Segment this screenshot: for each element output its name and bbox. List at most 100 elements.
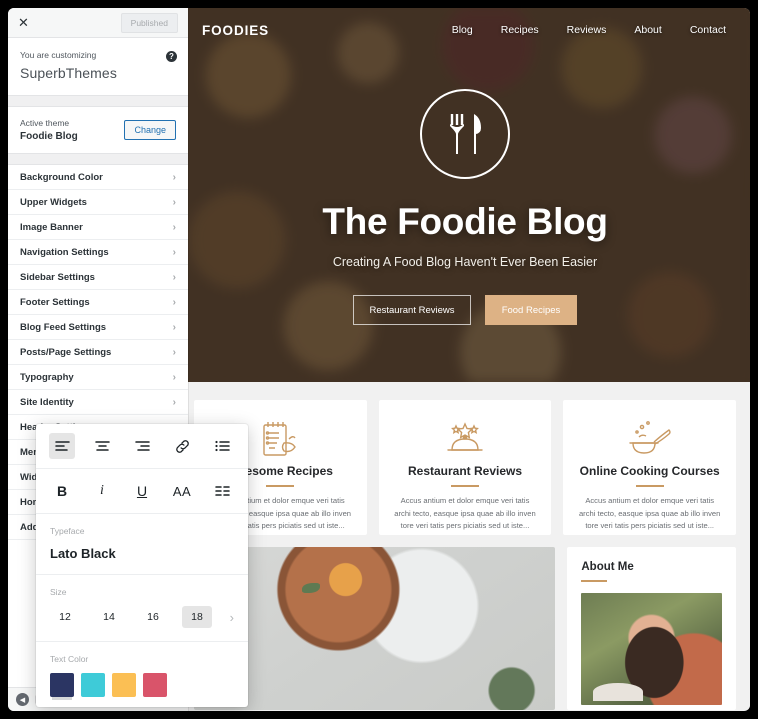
chevron-right-icon: › [172,246,176,258]
panel-label: Blog Feed Settings [20,321,107,333]
mixing-bowl-icon [577,416,722,462]
size-option-12[interactable]: 12 [50,606,80,628]
feature-cards: Awesome Recipes Accus antium et dolor em… [180,382,750,535]
color-swatches [50,673,234,697]
feature-card[interactable]: Restaurant Reviews Accus antium et dolor… [378,400,552,535]
divider [266,485,295,487]
panel-label: Site Identity [20,396,74,408]
chevron-right-icon: › [172,321,176,333]
font-size-icon[interactable]: AA [169,478,195,504]
customizing-eyebrow: You are customizing [20,50,97,60]
typeface-label: Typeface [50,526,85,536]
featured-post-image[interactable] [194,547,556,710]
help-icon[interactable]: ? [166,51,177,62]
nav-link-reviews[interactable]: Reviews [567,24,607,36]
chevron-right-icon: › [172,196,176,208]
nav-link-contact[interactable]: Contact [690,24,726,36]
feature-card[interactable]: Online Cooking Courses Accus antium et d… [563,400,737,535]
color-swatch-cyan[interactable] [81,673,105,697]
panel-item-blog-feed-settings[interactable]: Blog Feed Settings › [8,315,188,340]
screen: FOODIES Blog Recipes Reviews About Conta… [0,0,758,719]
customizing-header: You are customizing SuperbThemes ? [8,38,188,96]
panel-item-navigation-settings[interactable]: Navigation Settings › [8,240,188,265]
chevron-right-icon[interactable]: › [230,610,234,625]
restaurant-reviews-button[interactable]: Restaurant Reviews [353,295,471,325]
bold-label: B [56,483,68,499]
site-logo[interactable]: FOODIES [202,23,269,38]
size-section: Size 12 14 16 18 › [36,575,248,642]
panel-item-image-banner[interactable]: Image Banner › [8,215,188,240]
chevron-right-icon: › [172,396,176,408]
panel-label: Background Color [20,171,103,183]
align-left-icon[interactable] [49,433,75,459]
panel-item-posts-page-settings[interactable]: Posts/Page Settings › [8,340,188,365]
hero-subtitle: Creating A Food Blog Haven't Ever Been E… [332,255,598,269]
link-icon[interactable] [169,433,195,459]
panel-item-footer-settings[interactable]: Footer Settings › [8,290,188,315]
about-me-widget: About Me [567,547,736,710]
hero-section: FOODIES Blog Recipes Reviews About Conta… [180,8,750,382]
bulleted-list-icon[interactable] [209,433,235,459]
divider [635,485,664,487]
chevron-right-icon: › [172,346,176,358]
color-swatch-navy[interactable] [50,673,74,697]
site-header-nav: FOODIES Blog Recipes Reviews About Conta… [180,8,750,52]
text-color-label: Text Color [50,654,89,664]
size-option-18[interactable]: 18 [182,606,212,628]
text-color-section: Text Color [36,642,248,707]
nav-links: Blog Recipes Reviews About Contact [452,24,726,36]
bold-icon[interactable]: B [49,478,75,504]
divider [451,485,479,487]
site-name: SuperbThemes [20,65,117,81]
typeface-section: Typeface Lato Black [36,514,248,575]
spacer [8,96,188,107]
nav-link-recipes[interactable]: Recipes [501,24,539,36]
active-theme-name: Foodie Blog [20,131,78,142]
typography-popup: B i U AA Typeface Lato Black Size 12 14 … [36,424,248,707]
chevron-right-icon: › [172,171,176,183]
panel-item-upper-widgets[interactable]: Upper Widgets › [8,190,188,215]
panel-label: Upper Widgets [20,196,87,208]
font-size-label: AA [172,483,192,499]
align-center-icon[interactable] [89,433,115,459]
nav-link-about[interactable]: About [634,24,661,36]
food-recipes-button[interactable]: Food Recipes [485,295,577,325]
divider [581,580,608,582]
size-option-16[interactable]: 16 [138,606,168,628]
about-me-photo [581,593,722,705]
about-me-title: About Me [581,561,634,573]
panel-item-typography[interactable]: Typography › [8,365,188,390]
size-label: Size [50,587,67,597]
size-option-14[interactable]: 14 [94,606,124,628]
justify-icon[interactable] [209,478,235,504]
panel-label: Image Banner [20,221,83,233]
color-swatch-red[interactable] [143,673,167,697]
panel-label: Footer Settings [20,296,90,308]
italic-label: i [100,483,104,498]
panel-item-sidebar-settings[interactable]: Sidebar Settings › [8,265,188,290]
customizer-topbar: ✕ Published [8,8,188,38]
chevron-right-icon: › [172,371,176,383]
feature-card-title: Online Cooking Courses [579,464,720,478]
underline-icon[interactable]: U [129,478,155,504]
collapse-icon[interactable]: ◀ [16,693,29,706]
chevron-right-icon: › [172,221,176,233]
chevron-right-icon: › [172,271,176,283]
change-theme-button[interactable]: Change [124,120,176,140]
underline-label: U [136,483,148,499]
hero-content: The Foodie Blog Creating A Food Blog Hav… [180,8,750,382]
color-swatch-amber[interactable] [112,673,136,697]
lower-content: About Me [180,535,750,710]
close-icon[interactable]: ✕ [18,16,29,29]
publish-button[interactable]: Published [120,12,178,33]
align-right-icon[interactable] [129,433,155,459]
panel-label: Sidebar Settings [20,271,95,283]
size-options: 12 14 16 18 › [50,606,234,628]
panel-item-site-identity[interactable]: Site Identity › [8,390,188,415]
panel-item-background-color[interactable]: Background Color › [8,165,188,190]
typeface-value[interactable]: Lato Black [50,546,234,561]
italic-icon[interactable]: i [89,478,115,504]
panel-label: Typography [20,371,74,383]
nav-link-blog[interactable]: Blog [452,24,473,36]
feature-card-text: Accus antium et dolor emque veri tatis a… [578,496,721,531]
